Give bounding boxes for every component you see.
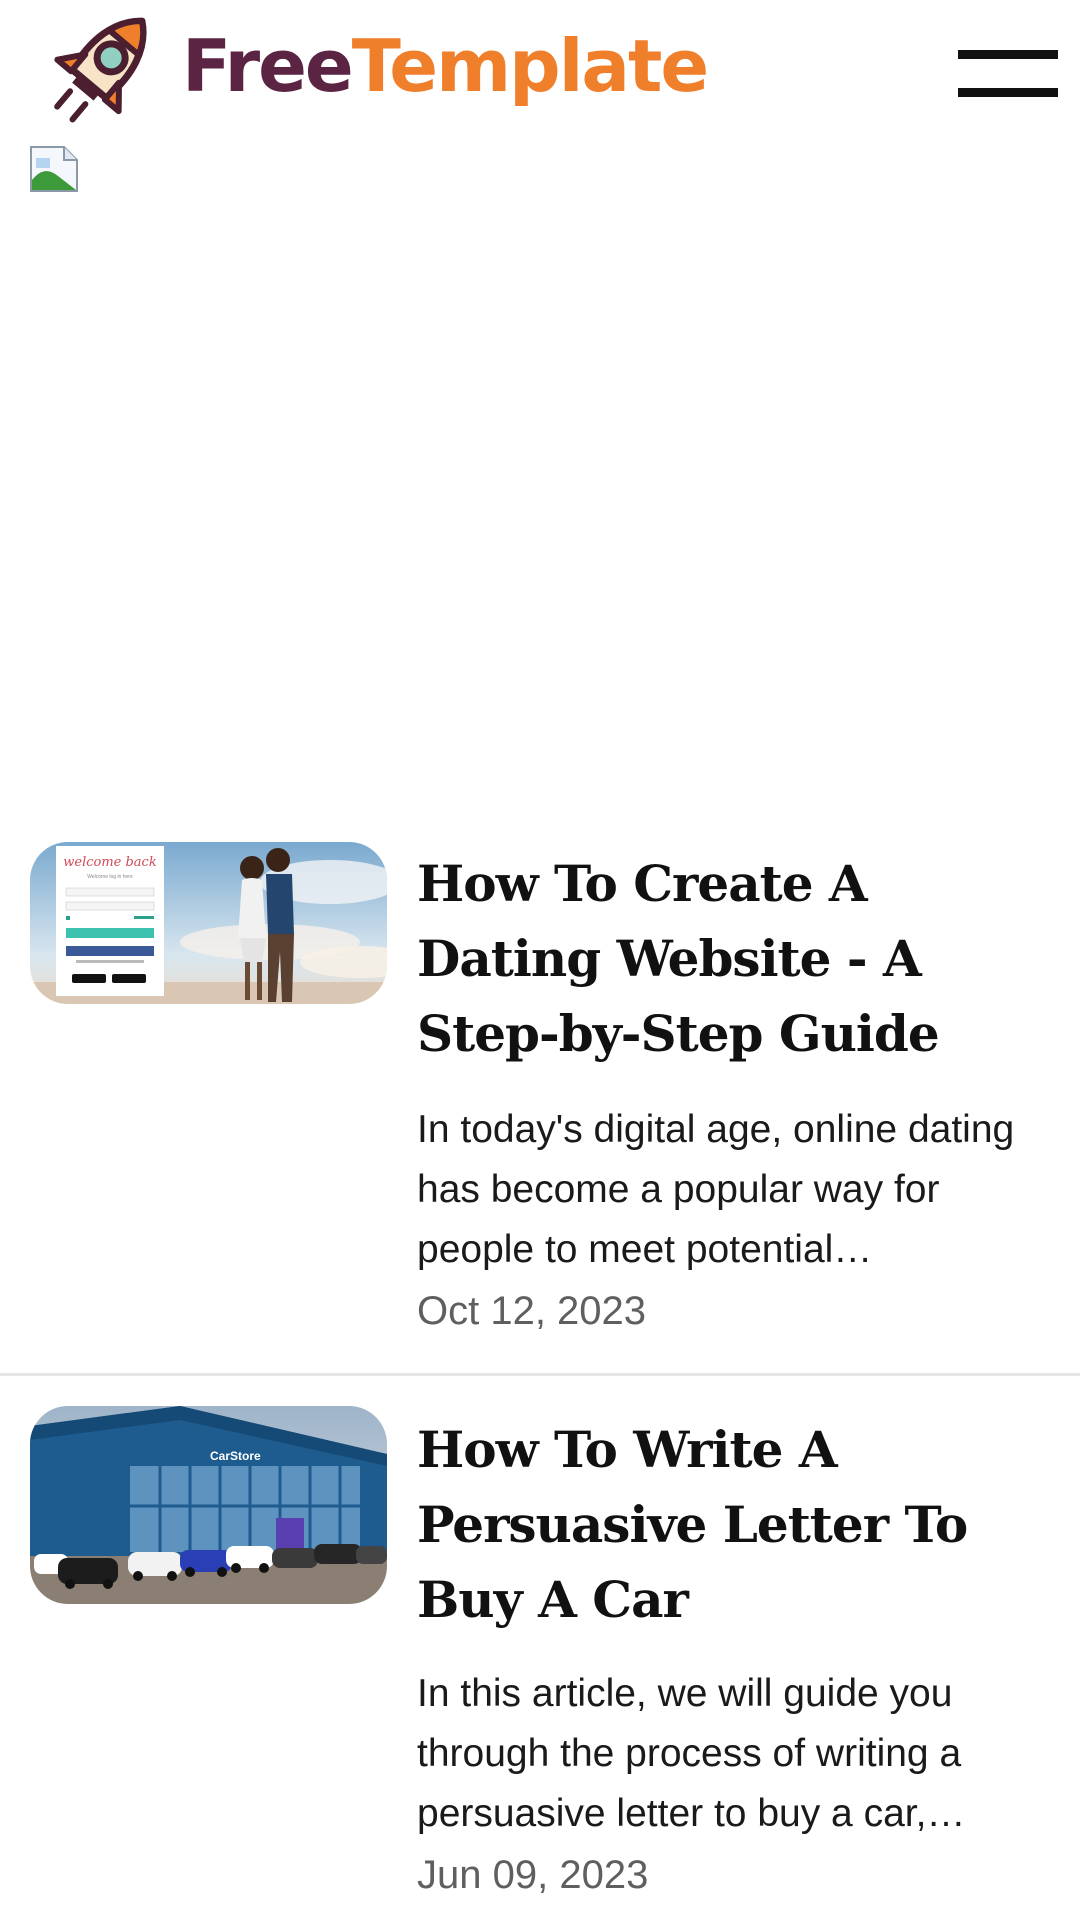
- article-excerpt: In this article, we will guide you throu…: [417, 1672, 966, 1835]
- hamburger-menu-icon[interactable]: [958, 50, 1058, 98]
- rocket-icon[interactable]: [36, 4, 166, 132]
- thumbnail-store-sign: CarStore: [210, 1449, 261, 1463]
- article-thumbnail[interactable]: CarStore: [30, 1406, 387, 1604]
- site-header: FreeTemplate: [0, 0, 1080, 140]
- article-title[interactable]: How To Write A Persuasive Letter To Buy …: [417, 1412, 1057, 1637]
- thumbnail-subtitle-text: Welcome log in here: [87, 874, 133, 880]
- broken-image-icon: [30, 146, 78, 192]
- article-date: Jun 09, 2023: [417, 1853, 649, 1897]
- article-thumbnail[interactable]: welcome back Welcome log in here: [30, 842, 387, 1004]
- thumbnail-welcome-text: welcome back: [63, 855, 157, 870]
- site-brand-name[interactable]: FreeTemplate: [182, 16, 709, 116]
- article-date: Oct 12, 2023: [417, 1289, 647, 1333]
- article-title[interactable]: How To Create A Dating Website - A Step-…: [417, 846, 1057, 1071]
- article-card[interactable]: CarStore How To Write A Persuasive Lette…: [0, 1400, 1080, 1920]
- brand-name-part2: Template: [351, 24, 709, 108]
- article-excerpt: In today's digital age, online dating ha…: [417, 1108, 1015, 1271]
- article-card[interactable]: welcome back Welcome log in here How To …: [0, 840, 1080, 1376]
- menu-bar-bottom: [958, 88, 1058, 97]
- menu-bar-top: [958, 50, 1058, 59]
- brand-name-part1: Free: [182, 24, 354, 108]
